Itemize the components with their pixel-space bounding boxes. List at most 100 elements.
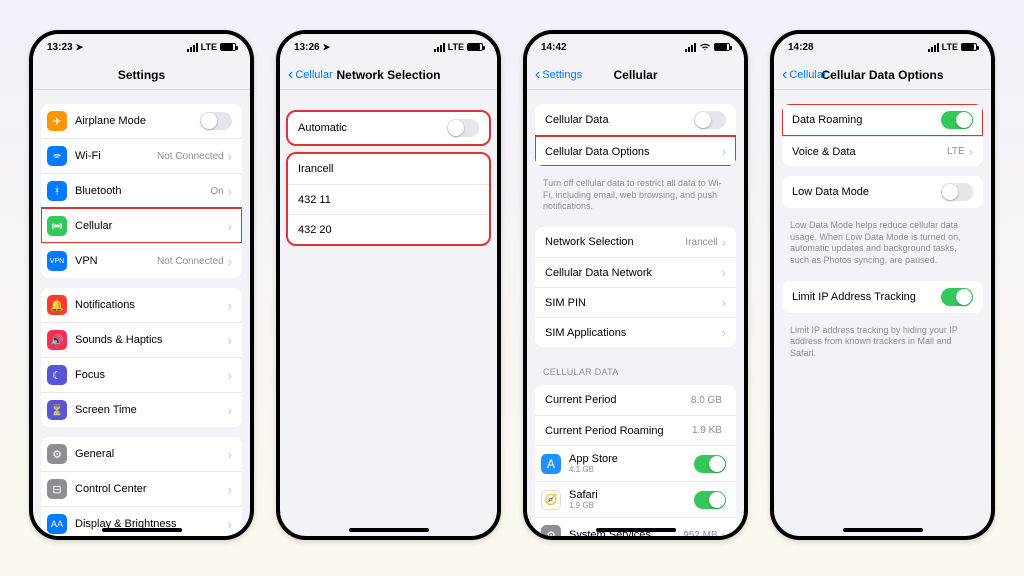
cellular-data-toggle[interactable] — [694, 111, 726, 129]
chevron-right-icon: › — [722, 528, 726, 536]
back-button[interactable]: ‹Settings — [535, 67, 582, 83]
row-data-roaming[interactable]: Data Roaming — [782, 104, 983, 136]
back-button[interactable]: ‹Cellular — [782, 67, 827, 83]
limit-ip-toggle[interactable] — [941, 288, 973, 306]
chevron-right-icon: › — [722, 235, 726, 250]
time-label: 14:28 — [788, 42, 814, 53]
row-automatic[interactable]: Automatic — [288, 112, 489, 144]
limit-ip-footer: Limit IP address tracking by hiding your… — [774, 323, 991, 368]
signal-icon — [928, 43, 939, 52]
row-bluetooth[interactable]: ᚼBluetoothOn› — [41, 173, 242, 208]
status-bar: 14:28 LTE — [774, 34, 991, 60]
row-vpn[interactable]: VPNVPNNot Connected› — [41, 243, 242, 278]
automatic-toggle[interactable] — [447, 119, 479, 137]
vpn-icon: VPN — [47, 251, 67, 271]
appstore-toggle[interactable] — [694, 455, 726, 473]
row-carrier[interactable]: 432 11 — [288, 184, 489, 214]
bluetooth-icon: ᚼ — [47, 181, 67, 201]
signal-icon — [434, 43, 445, 52]
nav-bar: ‹Cellular Network Selection — [280, 60, 497, 90]
time-label: 13:23 — [47, 42, 73, 53]
phone-network-selection: 13:26➤ LTE ‹Cellular Network Selection A… — [276, 30, 501, 540]
row-focus[interactable]: ☾Focus› — [41, 357, 242, 392]
back-button[interactable]: ‹Cellular — [288, 67, 333, 83]
nav-bar: ‹Cellular Cellular Data Options — [774, 60, 991, 90]
row-network-selection[interactable]: Network SelectionIrancell› — [535, 227, 736, 257]
row-sim-pin[interactable]: SIM PIN› — [535, 287, 736, 317]
battery-icon — [714, 43, 730, 51]
cdo-content: Data Roaming Voice & DataLTE› Low Data M… — [774, 90, 991, 536]
home-indicator[interactable] — [596, 528, 676, 532]
row-screentime[interactable]: ⏳Screen Time› — [41, 392, 242, 427]
row-notifications[interactable]: 🔔Notifications› — [41, 288, 242, 322]
row-system-services[interactable]: ⚙System Services952 MB› — [535, 517, 736, 536]
row-app-appstore[interactable]: AApp Store4.1 GB — [535, 445, 736, 481]
airplane-toggle[interactable] — [200, 112, 232, 130]
moon-icon: ☾ — [47, 365, 67, 385]
appstore-icon: A — [541, 454, 561, 474]
chevron-right-icon: › — [228, 447, 232, 462]
chevron-right-icon: › — [722, 265, 726, 280]
row-cellular-data-network[interactable]: Cellular Data Network› — [535, 257, 736, 287]
gear-icon: ⚙ — [47, 444, 67, 464]
row-carrier[interactable]: Irancell — [288, 154, 489, 184]
row-sounds[interactable]: 🔊Sounds & Haptics› — [41, 322, 242, 357]
row-cellular-data-options[interactable]: Cellular Data Options› — [535, 136, 736, 166]
time-label: 13:26 — [294, 42, 320, 53]
netsel-content: Automatic Irancell 432 11 432 20 — [280, 90, 497, 536]
nav-title: Network Selection — [336, 68, 440, 82]
safari-icon: 🧭 — [541, 490, 561, 510]
row-current-period[interactable]: Current Period8.0 GB — [535, 385, 736, 415]
row-airplane[interactable]: ✈Airplane Mode — [41, 104, 242, 138]
nav-title: Settings — [118, 68, 165, 82]
chevron-right-icon: › — [228, 254, 232, 269]
row-control-center[interactable]: ⊟Control Center› — [41, 471, 242, 506]
location-icon: ➤ — [76, 42, 84, 53]
chevron-right-icon: › — [228, 298, 232, 313]
safari-toggle[interactable] — [694, 491, 726, 509]
row-low-data-mode[interactable]: Low Data Mode — [782, 176, 983, 208]
chevron-right-icon: › — [722, 295, 726, 310]
status-bar: 13:26➤ LTE — [280, 34, 497, 60]
home-indicator[interactable] — [843, 528, 923, 532]
gear-icon: ⚙ — [541, 525, 561, 536]
chevron-right-icon: › — [228, 219, 232, 234]
row-cellular-data[interactable]: Cellular Data — [535, 104, 736, 136]
battery-icon — [467, 43, 483, 51]
row-general[interactable]: ⚙General› — [41, 437, 242, 471]
row-current-period-roaming[interactable]: Current Period Roaming1.9 KB — [535, 415, 736, 445]
row-carrier[interactable]: 432 20 — [288, 214, 489, 244]
airplane-icon: ✈ — [47, 111, 67, 131]
cellular-content: Cellular Data Cellular Data Options› Tur… — [527, 90, 744, 536]
chevron-right-icon: › — [228, 149, 232, 164]
chevron-right-icon: › — [969, 144, 973, 159]
row-limit-ip-tracking[interactable]: Limit IP Address Tracking — [782, 281, 983, 313]
roaming-toggle[interactable] — [941, 111, 973, 129]
chevron-right-icon: › — [228, 403, 232, 418]
speaker-icon: 🔊 — [47, 330, 67, 350]
chevron-left-icon: ‹ — [535, 67, 540, 83]
home-indicator[interactable] — [102, 528, 182, 532]
text-size-icon: AA — [47, 514, 67, 534]
phone-settings: 13:23➤ LTE Settings ✈Airplane Mode Wi-Fi… — [29, 30, 254, 540]
chevron-right-icon: › — [228, 517, 232, 532]
bell-icon: 🔔 — [47, 295, 67, 315]
home-indicator[interactable] — [349, 528, 429, 532]
row-app-safari[interactable]: 🧭Safari1.9 GB — [535, 481, 736, 517]
network-mode: LTE — [201, 42, 217, 52]
wifi-status-icon — [699, 42, 711, 52]
cellular-footer: Turn off cellular data to restrict all d… — [527, 176, 744, 221]
section-header: CELLULAR DATA — [527, 357, 744, 379]
chevron-right-icon: › — [722, 325, 726, 340]
nav-bar: Settings — [33, 60, 250, 90]
low-data-mode-toggle[interactable] — [941, 183, 973, 201]
settings-content: ✈Airplane Mode Wi-FiNot Connected› ᚼBlue… — [33, 90, 250, 536]
signal-icon — [187, 43, 198, 52]
row-cellular[interactable]: Cellular› — [41, 208, 242, 243]
row-sim-applications[interactable]: SIM Applications› — [535, 317, 736, 347]
row-voice-data[interactable]: Voice & DataLTE› — [782, 136, 983, 166]
row-wifi[interactable]: Wi-FiNot Connected› — [41, 138, 242, 173]
nav-title: Cellular Data Options — [821, 68, 943, 82]
status-bar: 13:23➤ LTE — [33, 34, 250, 60]
chevron-right-icon: › — [228, 482, 232, 497]
